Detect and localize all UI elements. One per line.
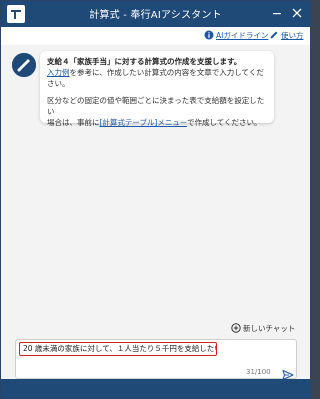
close-icon[interactable] [289, 5, 305, 21]
message-title: 支給４「家族手当」に対する計算式の作成を支援します。 [47, 57, 242, 66]
chat-input-box[interactable]: 20 歳未満の家族に対して、１人当たり５千円を支給したい 31/100 [15, 339, 297, 381]
ai-guideline-label: AIガイドライン [216, 31, 269, 40]
how-to-use-link[interactable]: 使い方 [269, 29, 304, 43]
new-chat-label: 新しいチャット [243, 324, 296, 333]
app-window: 計算式 - 奉行AIアシスタント AIガイドライン 使い方 支給４「家族手当」に… [0, 0, 311, 399]
pen-icon [269, 30, 279, 40]
message-line-2: 区分などの固定の値や範囲ごとに決まった表で支給額を設定したい [47, 96, 265, 116]
char-counter: 31/100 [246, 368, 271, 376]
message-line-3: 場合は、事前に[計算式テーブル]メニューで作成してください。 [47, 117, 267, 128]
message-line-1-text: を参考に、作成したい計算式の内容を文章で入力してください。 [47, 68, 264, 88]
message-line-3-prefix: 場合は、事前に [47, 118, 100, 127]
assistant-avatar-icon [12, 53, 36, 77]
chat-input[interactable]: 20 歳未満の家族に対して、１人当たり５千円を支給したい [19, 342, 217, 356]
send-icon[interactable] [282, 366, 294, 381]
title-bar: 計算式 - 奉行AIアシスタント [1, 1, 310, 27]
formula-table-menu-link[interactable]: [計算式テーブル]メニュー [100, 118, 187, 127]
how-to-use-label: 使い方 [281, 31, 304, 40]
new-chat-button[interactable]: 新しいチャット [231, 322, 295, 336]
input-example-link[interactable]: 入力例 [47, 68, 70, 77]
minimize-icon[interactable] [269, 5, 285, 21]
ai-guideline-link[interactable]: AIガイドライン [204, 29, 268, 43]
window-title: 計算式 - 奉行AIアシスタント [89, 10, 222, 21]
bottom-bar [1, 379, 310, 398]
help-toolbar: AIガイドライン 使い方 [1, 27, 310, 45]
info-icon [204, 30, 214, 40]
assistant-message-bubble: 支給４「家族手当」に対する計算式の作成を支援します。 入力例を参考に、作成したい… [40, 51, 274, 127]
message-line-1: 入力例を参考に、作成したい計算式の内容を文章で入力してください。 [47, 67, 267, 89]
chat-area: 支給４「家族手当」に対する計算式の作成を支援します。 入力例を参考に、作成したい… [1, 45, 310, 381]
message-line-3-suffix: で作成してください。 [186, 118, 262, 127]
plus-circle-icon [231, 323, 241, 333]
